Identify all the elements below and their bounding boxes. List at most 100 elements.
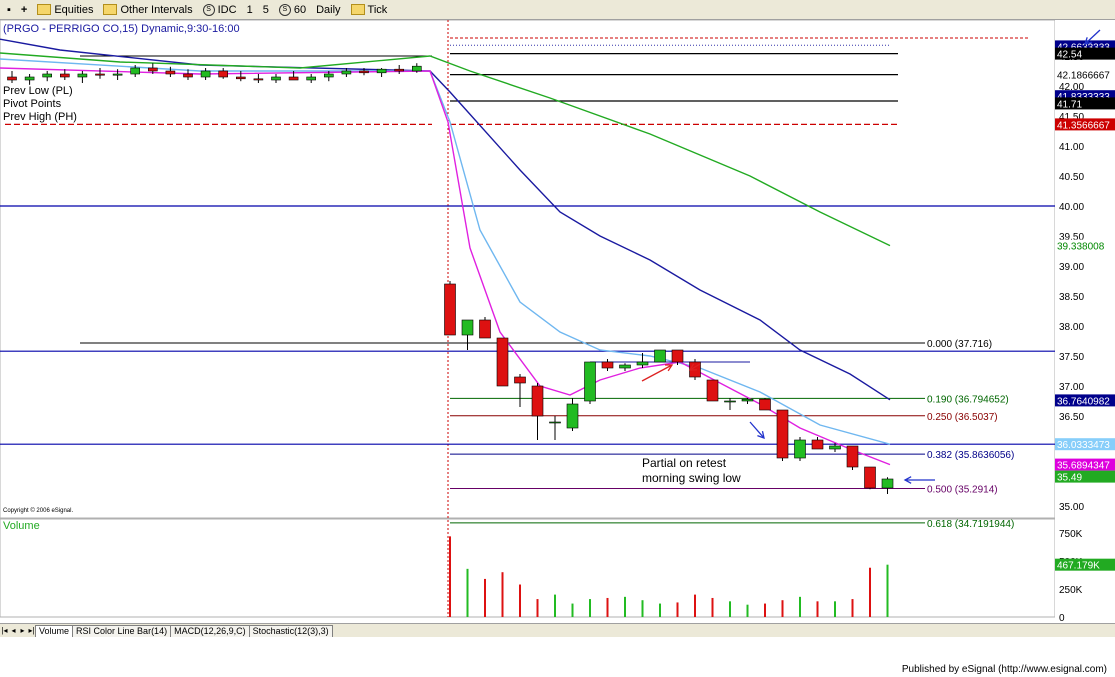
interval-daily[interactable]: Daily <box>313 2 343 18</box>
candle-body <box>95 73 105 76</box>
y-tick-label: 38.00 <box>1059 322 1084 333</box>
candle-body <box>271 76 281 81</box>
candle-body <box>411 65 422 72</box>
add-icon[interactable]: + <box>18 2 30 18</box>
circled-60-icon: S <box>278 3 291 16</box>
pivot-label: Prev High (PH) <box>3 111 77 123</box>
candle-body <box>479 319 491 339</box>
candle-body <box>130 67 140 75</box>
price-flag-label: 35.49 <box>1057 473 1082 484</box>
first-icon[interactable]: |◂ <box>0 625 9 636</box>
other-intervals-menu[interactable]: Other Intervals <box>100 2 195 18</box>
y-tick-label: 36.50 <box>1059 412 1084 423</box>
candle-body <box>77 73 88 78</box>
y-tick-label: 39.00 <box>1059 262 1084 273</box>
candle-body <box>531 385 544 417</box>
interval-1-label: 1 <box>246 3 253 16</box>
candle-body <box>288 76 299 81</box>
interval-tick-label: Tick <box>367 3 388 16</box>
y-tick-label: 37.50 <box>1059 352 1084 363</box>
candle-body <box>759 398 771 411</box>
y-tick-label: 40.00 <box>1059 202 1084 213</box>
candle-body <box>341 70 352 75</box>
interval-1[interactable]: 1 <box>244 2 256 18</box>
candle-body <box>776 409 789 459</box>
price-flag-label: 36.0333473 <box>1057 440 1110 451</box>
fib-label: 0.000 (37.716) <box>927 339 992 350</box>
fib-label: 0.500 (35.2914) <box>927 485 998 496</box>
toolbar: ▪ + Equities Other Intervals S IDC 1 5 S 60 Daily T… <box>0 0 1115 20</box>
candle-body <box>741 398 754 402</box>
other-intervals-menu-label: Other Intervals <box>120 3 193 16</box>
candle-body <box>444 283 456 336</box>
candle-body <box>619 364 631 369</box>
candle-body <box>183 73 193 78</box>
volume-label: Volume <box>3 520 40 532</box>
study-tabs: |◂ ◂ ▸ ▸| Volume RSI Color Line Bar(14) MACD(1… <box>0 623 1115 637</box>
circled-s-icon: S <box>202 3 215 16</box>
tab-rsi-color-line-bar-14[interactable]: RSI Color Line Bar(14) <box>72 624 172 637</box>
y-tick-label: 38.50 <box>1059 292 1084 303</box>
candle-body <box>24 76 35 81</box>
candle-body <box>706 379 719 402</box>
interval-5-label: 5 <box>262 3 269 16</box>
price-flag-label: 41.3566667 <box>1057 120 1110 131</box>
candle-body <box>881 478 894 489</box>
volume-tick-label: 0 <box>1059 613 1065 623</box>
price-flag-label: 42.1866667 <box>1057 71 1110 82</box>
prev-icon[interactable]: ◂ <box>9 625 18 636</box>
fib-label: 0.618 (34.7191944) <box>927 519 1014 530</box>
candle-body <box>461 319 474 336</box>
candle-body <box>376 68 387 74</box>
pivot-label: Pivot Points <box>3 98 62 110</box>
folder-icon <box>37 4 52 15</box>
price-pane <box>0 20 1056 519</box>
price-flag-label: 42.54 <box>1057 50 1082 61</box>
candle-body <box>236 76 246 80</box>
interval-idc[interactable]: S IDC <box>200 2 240 18</box>
interval-60[interactable]: S 60 <box>276 2 309 18</box>
volume-tick-label: 250K <box>1059 585 1083 596</box>
price-chart: 42.5042.0041.5041.0040.5040.0039.5039.00… <box>0 20 1115 623</box>
candle-body <box>112 73 123 76</box>
candle-body <box>59 73 70 78</box>
y-tick-label: 35.00 <box>1059 502 1084 513</box>
y-tick-label: 40.50 <box>1059 172 1084 183</box>
candle-body <box>514 376 526 384</box>
candle-body <box>829 445 841 450</box>
pivot-label: Prev Low (PL) <box>3 85 73 97</box>
candle-body <box>323 73 334 78</box>
price-flag-label: 36.7640982 <box>1057 396 1110 407</box>
tab-stochastic-12-3-3[interactable]: Stochastic(12(3),3) <box>248 624 333 637</box>
candle-body <box>496 337 509 387</box>
candle-body <box>253 78 264 81</box>
candle-body <box>864 466 876 489</box>
candle-body <box>549 421 561 424</box>
candle-body <box>846 445 859 468</box>
new-chart-icon[interactable]: ▪ <box>4 2 14 18</box>
price-flag-label: 41.71 <box>1057 99 1082 110</box>
fib-label: 0.382 (35.8636056) <box>927 450 1014 461</box>
candle-body <box>601 361 614 369</box>
candle-body <box>218 70 228 78</box>
candle-body <box>7 76 17 81</box>
folder-icon <box>350 4 365 15</box>
tab-macd-12-26-9-c[interactable]: MACD(12,26,9,C) <box>170 624 250 637</box>
equities-menu[interactable]: Equities <box>34 2 96 18</box>
next-icon[interactable]: ▸ <box>18 625 27 636</box>
interval-tick[interactable]: Tick <box>348 2 391 18</box>
candle-body <box>566 403 579 429</box>
interval-daily-label: Daily <box>316 3 341 16</box>
candle-body <box>811 439 824 450</box>
equities-menu-label: Equities <box>54 3 94 16</box>
folder-icon <box>103 4 118 15</box>
publisher-footer: Published by eSignal (http://www.esignal… <box>901 664 1107 675</box>
interval-5[interactable]: 5 <box>260 2 272 18</box>
candle-body <box>636 361 649 366</box>
candle-body <box>584 361 596 402</box>
candle-body <box>165 70 176 75</box>
tab-volume[interactable]: Volume <box>35 624 74 637</box>
annotation-text: morning swing low <box>642 471 741 485</box>
candle-body <box>200 70 211 78</box>
y-tick-label: 41.00 <box>1059 142 1084 153</box>
